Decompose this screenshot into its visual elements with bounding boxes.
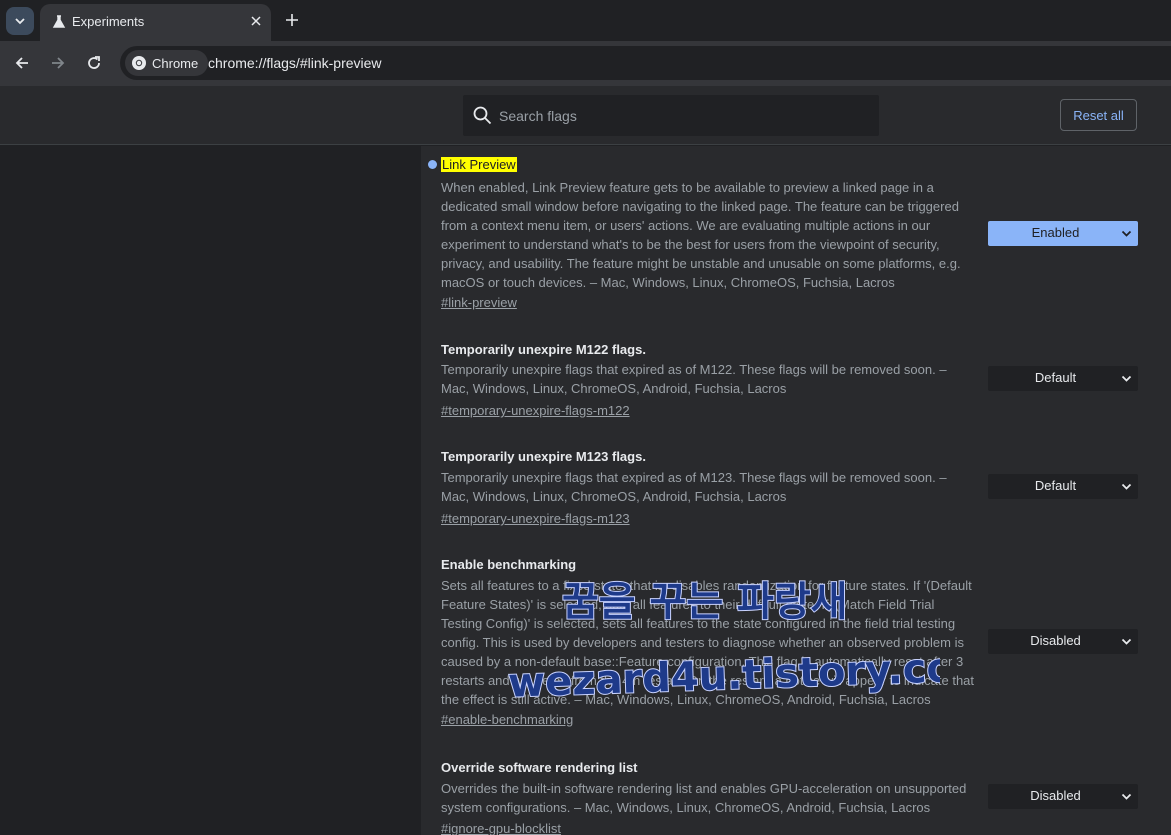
url-text: chrome://flags/#link-preview xyxy=(208,55,382,71)
site-info-chip[interactable]: Chrome xyxy=(125,50,209,76)
tab-title: Experiments xyxy=(72,14,145,29)
tab-experiments[interactable]: Experiments xyxy=(40,4,271,41)
search-input[interactable] xyxy=(499,95,869,136)
close-icon[interactable] xyxy=(247,12,265,30)
reload-icon xyxy=(88,56,100,69)
flag-title: Temporarily unexpire M123 flags. xyxy=(441,449,646,464)
enabled-dot-icon xyxy=(428,160,437,169)
chevron-down-icon xyxy=(1121,638,1132,645)
chevron-down-icon xyxy=(1121,793,1132,800)
flag-description: Temporarily unexpire flags that expired … xyxy=(441,470,947,504)
flag-permalink[interactable]: #temporary-unexpire-flags-m122 xyxy=(441,403,630,418)
flags-header: Reset all xyxy=(0,86,1171,145)
flag-state-select[interactable]: Disabled xyxy=(988,784,1138,809)
forward-button[interactable] xyxy=(47,52,69,74)
chevron-down-icon xyxy=(1121,483,1132,490)
new-tab-button[interactable] xyxy=(282,10,302,30)
back-button[interactable] xyxy=(11,52,33,74)
flask-icon xyxy=(52,15,66,28)
search-box xyxy=(463,95,879,136)
address-bar[interactable]: Chrome chrome://flags/#link-preview xyxy=(120,46,1171,80)
flag-description: When enabled, Link Preview feature gets … xyxy=(441,180,961,290)
reset-all-button[interactable]: Reset all xyxy=(1060,99,1137,131)
flag-title: Enable benchmarking xyxy=(441,557,577,572)
select-value: Default xyxy=(1034,478,1077,493)
select-value: Disabled xyxy=(1030,788,1081,803)
select-value: Default xyxy=(1034,370,1077,385)
flag-permalink[interactable]: #link-preview xyxy=(441,295,517,310)
flag-permalink[interactable]: #enable-benchmarking xyxy=(441,712,573,727)
flags-list: Link Preview When enabled, Link Preview … xyxy=(421,146,1171,835)
arrow-right-icon xyxy=(52,57,65,69)
flag-state-select[interactable]: Default xyxy=(988,366,1138,391)
chrome-logo-icon xyxy=(132,56,146,70)
flag-description: Overrides the built-in software renderin… xyxy=(441,781,967,815)
flag-description: Temporarily unexpire flags that expired … xyxy=(441,362,947,396)
flag-state-select[interactable]: Disabled xyxy=(988,629,1138,654)
reload-button[interactable] xyxy=(83,52,105,74)
flag-state-select[interactable]: Default xyxy=(988,474,1138,499)
left-pane xyxy=(0,146,421,835)
chevron-down-icon xyxy=(1121,375,1132,382)
flag-title: Temporarily unexpire M122 flags. xyxy=(441,342,646,357)
plus-icon xyxy=(286,14,298,26)
chip-label: Chrome xyxy=(152,55,199,71)
flag-description: Sets all features to a fixed state; that… xyxy=(441,578,975,707)
search-icon xyxy=(473,106,492,125)
flag-title: Link Preview xyxy=(441,157,517,172)
tab-strip: Experiments xyxy=(0,0,1171,41)
select-value: Enabled xyxy=(1031,225,1080,240)
chevron-down-icon xyxy=(15,18,25,25)
chevron-down-icon xyxy=(1121,230,1132,237)
flag-permalink[interactable]: #temporary-unexpire-flags-m123 xyxy=(441,511,630,526)
tab-search-button[interactable] xyxy=(6,7,34,35)
flag-title: Override software rendering list xyxy=(441,760,638,775)
toolbar: Chrome chrome://flags/#link-preview xyxy=(0,41,1171,86)
arrow-left-icon xyxy=(15,57,28,69)
flag-state-select[interactable]: Enabled xyxy=(988,221,1138,246)
flag-permalink[interactable]: #ignore-gpu-blocklist xyxy=(441,821,561,835)
select-value: Disabled xyxy=(1030,633,1081,648)
